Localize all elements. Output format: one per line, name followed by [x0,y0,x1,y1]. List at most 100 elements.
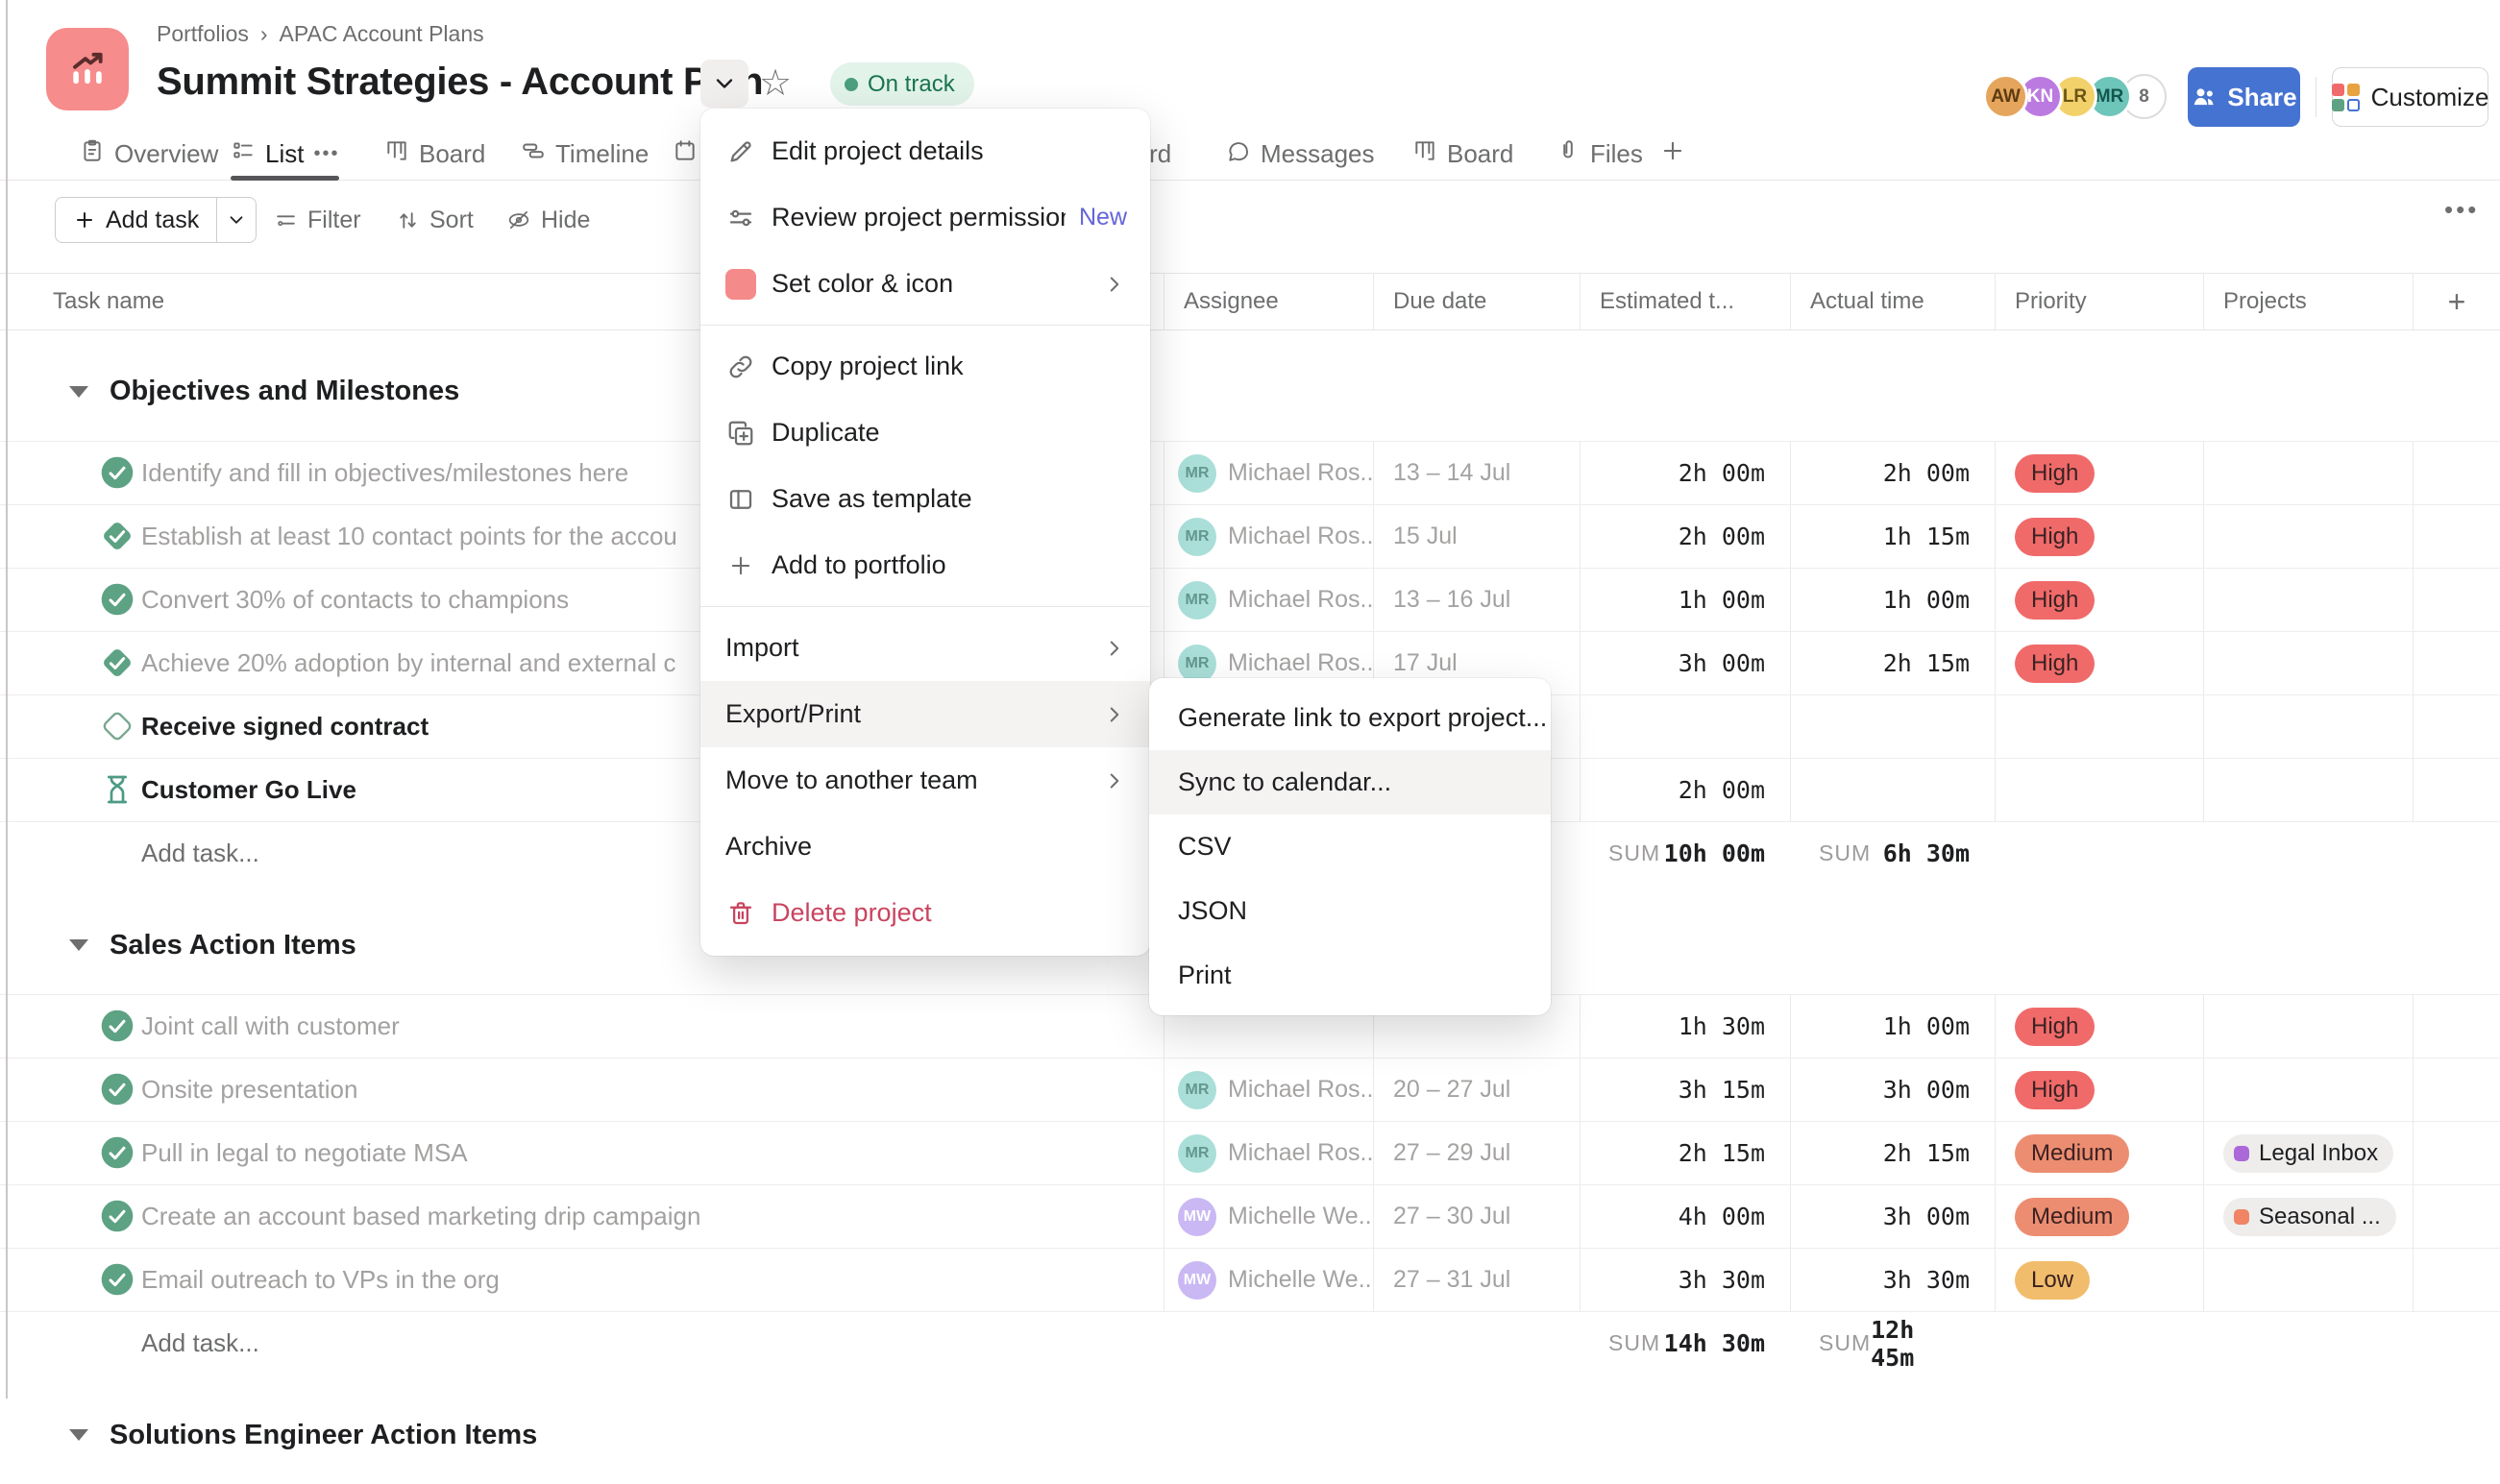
projects-cell[interactable] [2203,505,2413,568]
estimated-time-cell[interactable]: 2h 00m [1580,442,1790,504]
check-circle-icon[interactable] [99,1071,135,1107]
tab-list[interactable]: List••• [231,128,339,180]
projects-cell[interactable]: Legal Inbox [2203,1122,2413,1184]
task-row[interactable]: Onsite presentationMRMichael Ros...20 – … [0,1058,2500,1122]
priority-cell[interactable]: High [1995,569,2203,631]
column-header-assignee[interactable]: Assignee [1164,288,1279,315]
submenu-item-print[interactable]: Print [1149,943,1551,1008]
add-task-dropdown[interactable] [216,198,256,242]
breadcrumb-current[interactable]: APAC Account Plans [280,21,484,47]
menu-item-delete-project[interactable]: Delete project [700,880,1150,946]
menu-item-duplicate[interactable]: Duplicate [700,400,1150,466]
estimated-time-cell[interactable]: 3h 15m [1580,1058,1790,1121]
column-header-actual-time[interactable]: Actual time [1791,288,1924,315]
task-row[interactable]: Pull in legal to negotiate MSAMRMichael … [0,1122,2500,1185]
priority-badge[interactable]: High [2015,454,2095,493]
task-row[interactable]: Create an account based marketing drip c… [0,1185,2500,1249]
tab-files[interactable]: Files [1556,128,1643,180]
actual-time-cell[interactable] [1790,695,1995,758]
check-diamond-icon[interactable] [99,518,135,554]
menu-item-move-to-another-team[interactable]: Move to another team [700,747,1150,814]
add-task-link[interactable]: Add task... [141,822,259,885]
tab-board[interactable]: Board [1412,128,1513,180]
priority-cell[interactable]: High [1995,505,2203,568]
section-title[interactable]: Sales Action Items [110,930,356,961]
due-date-cell[interactable]: 13 – 16 Jul [1373,569,1580,631]
task-title[interactable]: Receive signed contract [141,695,429,758]
priority-cell[interactable]: Low [1995,1249,2203,1311]
priority-cell[interactable]: High [1995,1058,2203,1121]
check-circle-icon[interactable] [99,1134,135,1171]
menu-item-add-to-portfolio[interactable]: Add to portfolio [700,532,1150,598]
estimated-time-cell[interactable]: 1h 00m [1580,569,1790,631]
check-circle-icon[interactable] [99,1008,135,1044]
actual-time-cell[interactable]: 2h 15m [1790,632,1995,694]
section-title[interactable]: Objectives and Milestones [110,376,459,407]
column-header-projects[interactable]: Projects [2204,288,2307,315]
priority-badge[interactable]: High [2015,518,2095,556]
task-title[interactable]: Identify and fill in objectives/mileston… [141,442,628,504]
column-header-estimated-time[interactable]: Estimated t... [1581,288,1734,315]
actual-time-cell[interactable]: 1h 00m [1790,995,1995,1058]
projects-cell[interactable] [2203,995,2413,1058]
projects-cell[interactable] [2203,632,2413,694]
actual-time-cell[interactable]: 2h 00m [1790,442,1995,504]
column-header-priority[interactable]: Priority [1996,288,2087,315]
assignee-cell[interactable]: MRMichael Ros... [1164,1058,1373,1121]
actual-time-cell[interactable]: 1h 00m [1790,569,1995,631]
priority-cell[interactable]: Medium [1995,1122,2203,1184]
task-title[interactable]: Achieve 20% adoption by internal and ext… [141,632,675,694]
priority-cell[interactable]: Medium [1995,1185,2203,1248]
projects-cell[interactable] [2203,1249,2413,1311]
add-column-button[interactable]: + [2414,284,2500,320]
submenu-item-generate-link-to-export-project-[interactable]: Generate link to export project... [1149,686,1551,750]
priority-badge[interactable]: High [2015,581,2095,620]
status-badge[interactable]: On track [830,62,974,106]
submenu-item-json[interactable]: JSON [1149,879,1551,943]
check-circle-icon[interactable] [99,1198,135,1234]
diamond-outline-icon[interactable] [99,708,135,744]
due-date-cell[interactable]: 13 – 14 Jul [1373,442,1580,504]
task-title[interactable]: Pull in legal to negotiate MSA [141,1122,468,1184]
actual-time-cell[interactable]: 1h 15m [1790,505,1995,568]
priority-cell[interactable]: High [1995,995,2203,1058]
task-title[interactable]: Customer Go Live [141,759,356,821]
assignee-cell[interactable]: MWMichelle We... [1164,1185,1373,1248]
filter-button[interactable]: Filter [274,197,361,243]
due-date-cell[interactable]: 15 Jul [1373,505,1580,568]
collapse-triangle-icon[interactable] [69,939,88,951]
project-logo-chart-icon[interactable] [46,28,129,110]
task-row[interactable]: Establish at least 10 contact points for… [0,505,2500,569]
add-task-link[interactable]: Add task... [141,1312,259,1375]
task-title[interactable]: Joint call with customer [141,995,400,1058]
projects-cell[interactable] [2203,695,2413,758]
assignee-cell[interactable]: MWMichelle We... [1164,1249,1373,1311]
share-button[interactable]: Share [2188,67,2300,127]
priority-cell[interactable]: High [1995,442,2203,504]
check-circle-icon[interactable] [99,581,135,618]
estimated-time-cell[interactable]: 3h 30m [1580,1249,1790,1311]
menu-item-review-project-permissions[interactable]: Review project permissionsNew [700,184,1150,251]
priority-cell[interactable] [1995,759,2203,821]
priority-badge[interactable]: High [2015,1071,2095,1109]
task-row[interactable]: Convert 30% of contacts to championsMRMi… [0,569,2500,632]
task-row[interactable]: Email outreach to VPs in the orgMWMichel… [0,1249,2500,1312]
column-header-task-name[interactable]: Task name [53,274,164,329]
menu-item-export-print[interactable]: Export/Print [700,681,1150,747]
sort-button[interactable]: Sort [396,197,474,243]
due-date-cell[interactable]: 27 – 31 Jul [1373,1249,1580,1311]
check-circle-icon[interactable] [99,454,135,491]
priority-badge[interactable]: High [2015,645,2095,683]
assignee-cell[interactable]: MRMichael Ros... [1164,505,1373,568]
submenu-item-sync-to-calendar-[interactable]: Sync to calendar... [1149,750,1551,815]
collapse-triangle-icon[interactable] [69,1429,88,1441]
submenu-item-csv[interactable]: CSV [1149,815,1551,879]
project-tag[interactable]: Legal Inbox [2223,1134,2393,1173]
estimated-time-cell[interactable]: 2h 15m [1580,1122,1790,1184]
actual-time-cell[interactable]: 2h 15m [1790,1122,1995,1184]
estimated-time-cell[interactable] [1580,695,1790,758]
priority-badge[interactable]: Low [2015,1261,2090,1300]
assignee-cell[interactable]: MRMichael Ros... [1164,569,1373,631]
estimated-time-cell[interactable]: 2h 00m [1580,759,1790,821]
actual-time-cell[interactable]: 3h 00m [1790,1185,1995,1248]
